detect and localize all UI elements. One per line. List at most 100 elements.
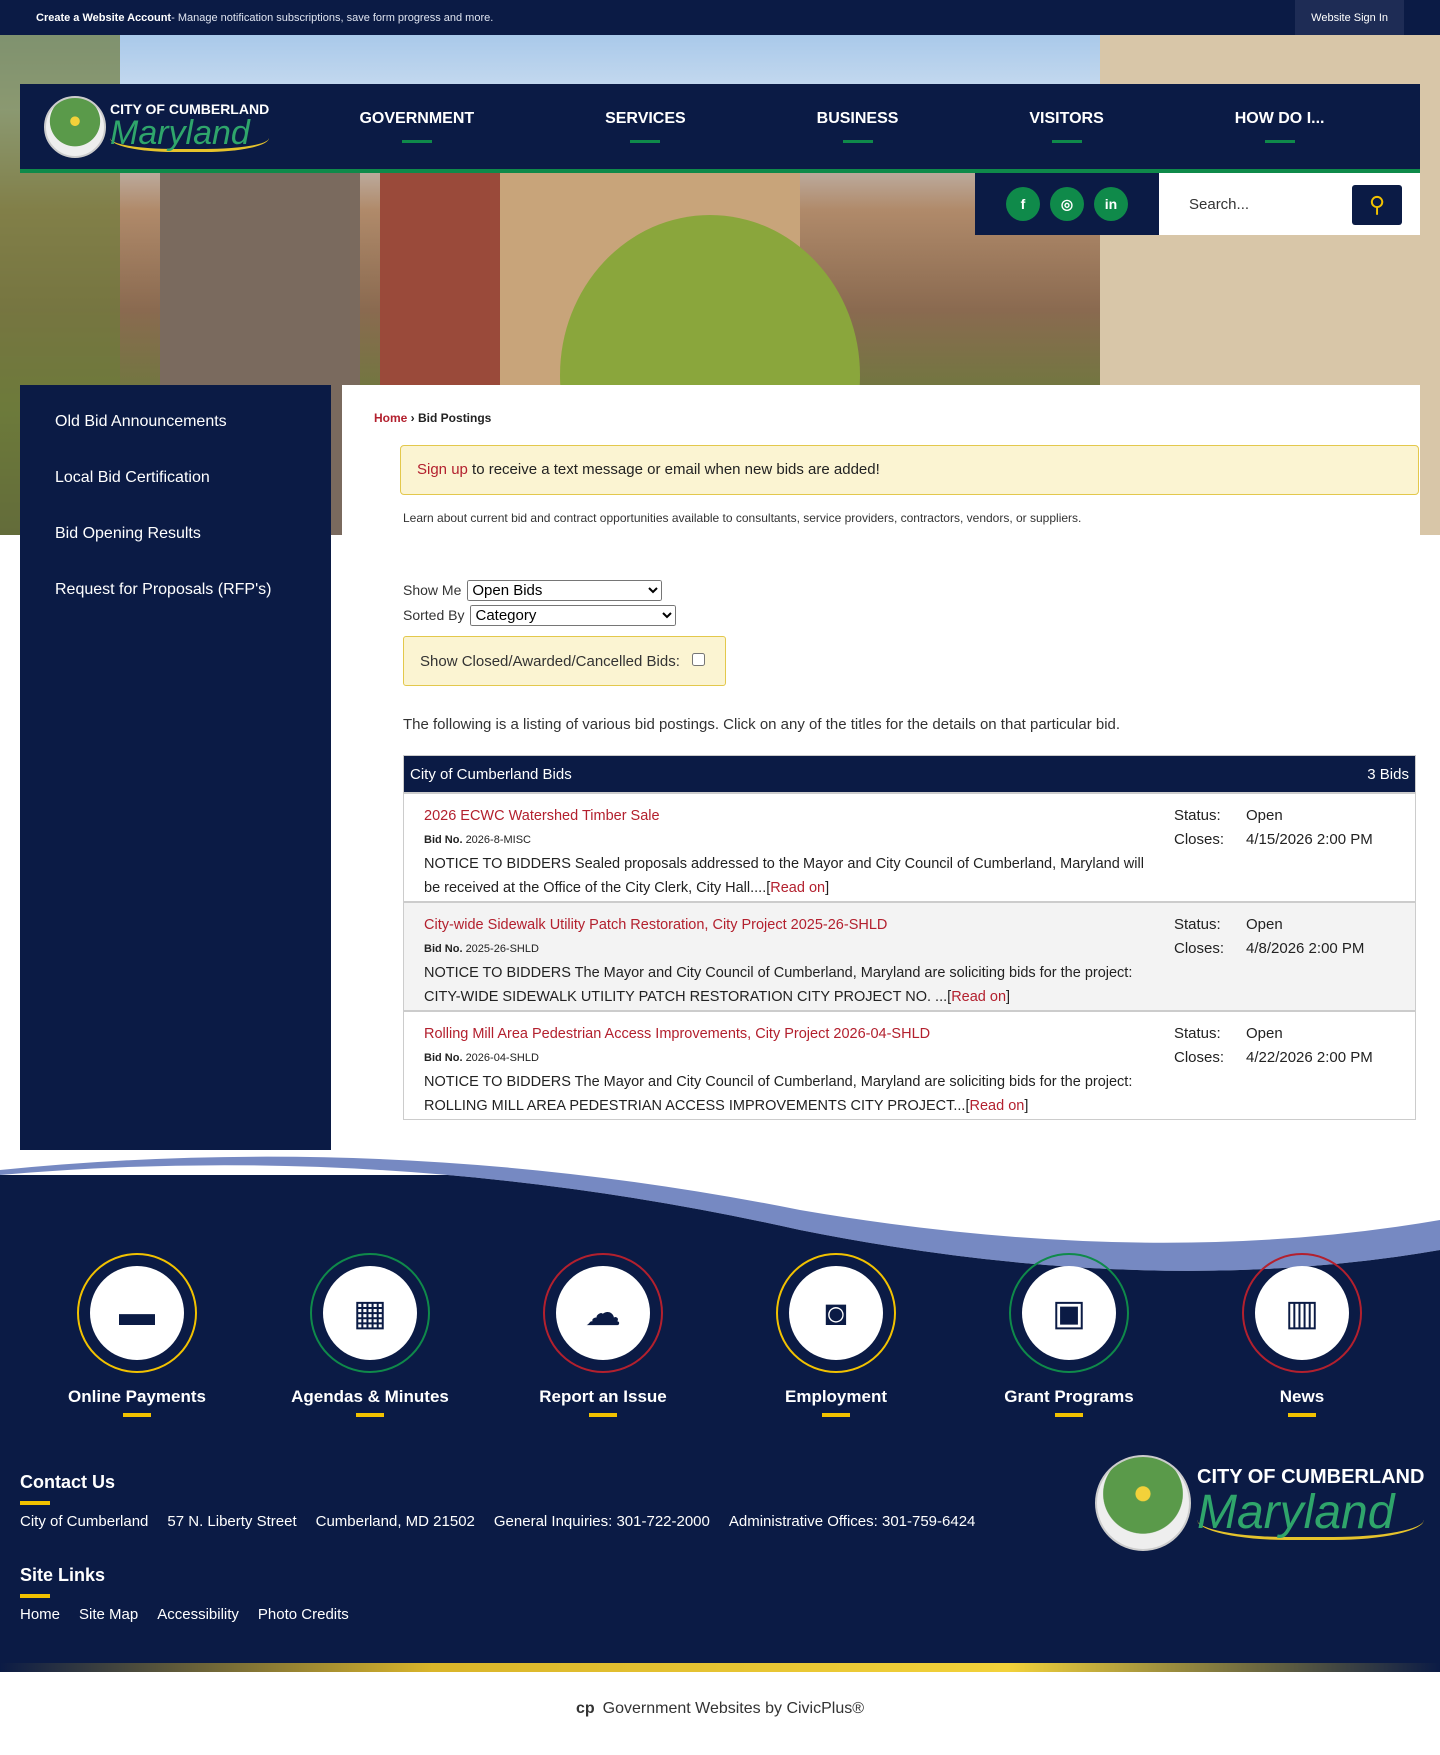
civicplus-link[interactable]: CivicPlus® bbox=[786, 1700, 864, 1717]
nav-how-do-i[interactable]: HOW DO I... bbox=[1235, 110, 1325, 143]
breadcrumb-separator: › bbox=[407, 411, 419, 425]
main-nav: CITY OF CUMBERLAND Maryland GOVERNMENT SE… bbox=[20, 84, 1420, 173]
sidebar-item-rfp[interactable]: Request for Proposals (RFP's) bbox=[20, 567, 331, 623]
site-links: Home Site Map Accessibility Photo Credits bbox=[20, 1606, 349, 1623]
instagram-icon[interactable]: ◎ bbox=[1050, 187, 1084, 221]
footer-link-photo-credits[interactable]: Photo Credits bbox=[258, 1606, 349, 1623]
bid-title-link[interactable]: Rolling Mill Area Pedestrian Access Impr… bbox=[424, 1026, 930, 1042]
gold-divider bbox=[0, 1663, 1440, 1672]
create-account-link[interactable]: Create a Website Account bbox=[36, 12, 171, 24]
status-label: Status: bbox=[1174, 807, 1221, 824]
table-row: City-wide Sidewalk Utility Patch Restora… bbox=[404, 901, 1415, 1010]
bid-count: 3 Bids bbox=[1367, 765, 1409, 783]
briefcase-icon: ◙ bbox=[789, 1266, 883, 1360]
bid-no-label: Bid No. bbox=[424, 834, 463, 846]
bid-description: NOTICE TO BIDDERS The Mayor and City Cou… bbox=[424, 1074, 1133, 1114]
linkedin-icon[interactable]: in bbox=[1094, 187, 1128, 221]
read-on-link[interactable]: Read on bbox=[770, 880, 825, 896]
signup-alert: Sign up to receive a text message or ema… bbox=[400, 445, 1419, 495]
bids-table: City of Cumberland Bids 3 Bids 2026 ECWC … bbox=[403, 755, 1416, 1120]
bid-closes: 4/8/2026 2:00 PM bbox=[1246, 940, 1365, 957]
sidebar-item-bid-opening[interactable]: Bid Opening Results bbox=[20, 511, 331, 567]
quicklink-grant-programs[interactable]: ▣ Grant Programs bbox=[969, 1253, 1169, 1417]
quicklink-label: News bbox=[1202, 1387, 1402, 1417]
contact-name: City of Cumberland bbox=[20, 1513, 149, 1530]
nav-government[interactable]: GOVERNMENT bbox=[359, 110, 474, 143]
closes-label: Closes: bbox=[1174, 1049, 1225, 1066]
contact-admin-phone[interactable]: Administrative Offices: 301-759-6424 bbox=[729, 1513, 976, 1530]
breadcrumb-home[interactable]: Home bbox=[374, 411, 407, 425]
bid-closes: 4/22/2026 2:00 PM bbox=[1246, 1049, 1373, 1066]
social-links: f ◎ in bbox=[975, 173, 1159, 235]
quicklink-online-payments[interactable]: ▬ Online Payments bbox=[37, 1253, 237, 1417]
bid-status: Open bbox=[1246, 916, 1283, 933]
footer-link-site-map[interactable]: Site Map bbox=[79, 1606, 138, 1623]
bid-closes: 4/15/2026 2:00 PM bbox=[1246, 831, 1373, 848]
show-me-label: Show Me bbox=[403, 582, 462, 598]
bid-no: 2026-8-MISC bbox=[465, 834, 531, 846]
quicklink-label: Grant Programs bbox=[969, 1387, 1169, 1417]
top-bar: Create a Website Account - Manage notifi… bbox=[0, 0, 1440, 35]
site-logo[interactable]: CITY OF CUMBERLAND Maryland bbox=[44, 95, 294, 158]
quicklink-employment[interactable]: ◙ Employment bbox=[736, 1253, 936, 1417]
footer-link-home[interactable]: Home bbox=[20, 1606, 60, 1623]
bid-status: Open bbox=[1246, 807, 1283, 824]
read-on-link[interactable]: Read on bbox=[951, 989, 1006, 1005]
intro-text: Learn about current bid and contract opp… bbox=[403, 511, 1082, 525]
chat-icon: ☁ bbox=[556, 1266, 650, 1360]
bid-no-label: Bid No. bbox=[424, 1052, 463, 1064]
bid-description: NOTICE TO BIDDERS The Mayor and City Cou… bbox=[424, 965, 1133, 1005]
sidebar: Old Bid Announcements Local Bid Certific… bbox=[20, 385, 331, 1156]
read-on-link[interactable]: Read on bbox=[970, 1098, 1025, 1114]
status-label: Status: bbox=[1174, 1025, 1221, 1042]
book-icon: ▥ bbox=[1255, 1266, 1349, 1360]
credit-text: Government Websites by bbox=[602, 1700, 787, 1717]
site-links-heading: Site Links bbox=[20, 1565, 105, 1598]
facebook-icon[interactable]: f bbox=[1006, 187, 1040, 221]
sorted-by-select[interactable]: Category bbox=[470, 605, 677, 626]
credit-card-icon: ▬ bbox=[90, 1266, 184, 1360]
contact-info: City of Cumberland 57 N. Liberty Street Cu… bbox=[20, 1513, 975, 1530]
civicplus-icon: cp bbox=[575, 1700, 595, 1717]
search-icon: ⚲ bbox=[1368, 192, 1386, 217]
account-description: - Manage notification subscriptions, sav… bbox=[171, 11, 494, 24]
website-sign-in-button[interactable]: Website Sign In bbox=[1295, 0, 1404, 35]
show-closed-label: Show Closed/Awarded/Cancelled Bids: bbox=[420, 653, 680, 670]
bid-title-link[interactable]: City-wide Sidewalk Utility Patch Restora… bbox=[424, 917, 887, 933]
bid-no: 2025-26-SHLD bbox=[465, 943, 539, 955]
bid-no: 2026-04-SHLD bbox=[465, 1052, 539, 1064]
nav-visitors[interactable]: VISITORS bbox=[1029, 110, 1103, 143]
signup-link[interactable]: Sign up bbox=[417, 461, 468, 478]
show-closed-box: Show Closed/Awarded/Cancelled Bids: bbox=[403, 636, 726, 686]
quicklink-news[interactable]: ▥ News bbox=[1202, 1253, 1402, 1417]
logo-line2: Maryland bbox=[110, 116, 270, 152]
search-input[interactable] bbox=[1189, 195, 1349, 213]
footer-link-accessibility[interactable]: Accessibility bbox=[157, 1606, 239, 1623]
closes-label: Closes: bbox=[1174, 940, 1225, 957]
contact-general-phone[interactable]: General Inquiries: 301-722-2000 bbox=[494, 1513, 710, 1530]
calendar-icon: ▦ bbox=[323, 1266, 417, 1360]
listing-text: The following is a listing of various bi… bbox=[403, 716, 1121, 733]
footer-logo[interactable]: CITY OF CUMBERLAND Maryland bbox=[1095, 1455, 1425, 1551]
main-content: Home › Bid Postings Sign up to receive a… bbox=[342, 385, 1420, 1156]
bid-title-link[interactable]: 2026 ECWC Watershed Timber Sale bbox=[424, 808, 660, 824]
contact-heading: Contact Us bbox=[20, 1472, 115, 1505]
civicplus-credit: cp Government Websites by CivicPlus® bbox=[0, 1700, 1440, 1718]
search-button[interactable]: ⚲ bbox=[1352, 185, 1402, 225]
sidebar-item-old-bids[interactable]: Old Bid Announcements bbox=[20, 399, 331, 455]
sidebar-item-local-bid-cert[interactable]: Local Bid Certification bbox=[20, 455, 331, 511]
nav-services[interactable]: SERVICES bbox=[605, 110, 686, 143]
show-closed-checkbox[interactable] bbox=[692, 653, 706, 666]
show-me-select[interactable]: Open Bids bbox=[467, 580, 663, 601]
city-seal-icon bbox=[44, 95, 106, 158]
bid-status: Open bbox=[1246, 1025, 1283, 1042]
quicklink-report-issue[interactable]: ☁ Report an Issue bbox=[503, 1253, 703, 1417]
quicklink-label: Agendas & Minutes bbox=[270, 1387, 470, 1417]
nav-business[interactable]: BUSINESS bbox=[817, 110, 899, 143]
table-row: 2026 ECWC Watershed Timber Sale Bid No. 2… bbox=[404, 792, 1415, 901]
quicklink-agendas[interactable]: ▦ Agendas & Minutes bbox=[270, 1253, 470, 1417]
breadcrumb: Home › Bid Postings bbox=[374, 411, 1396, 425]
quicklink-label: Employment bbox=[736, 1387, 936, 1417]
breadcrumb-current: Bid Postings bbox=[418, 411, 492, 425]
search-box: ⚲ bbox=[1159, 173, 1420, 235]
